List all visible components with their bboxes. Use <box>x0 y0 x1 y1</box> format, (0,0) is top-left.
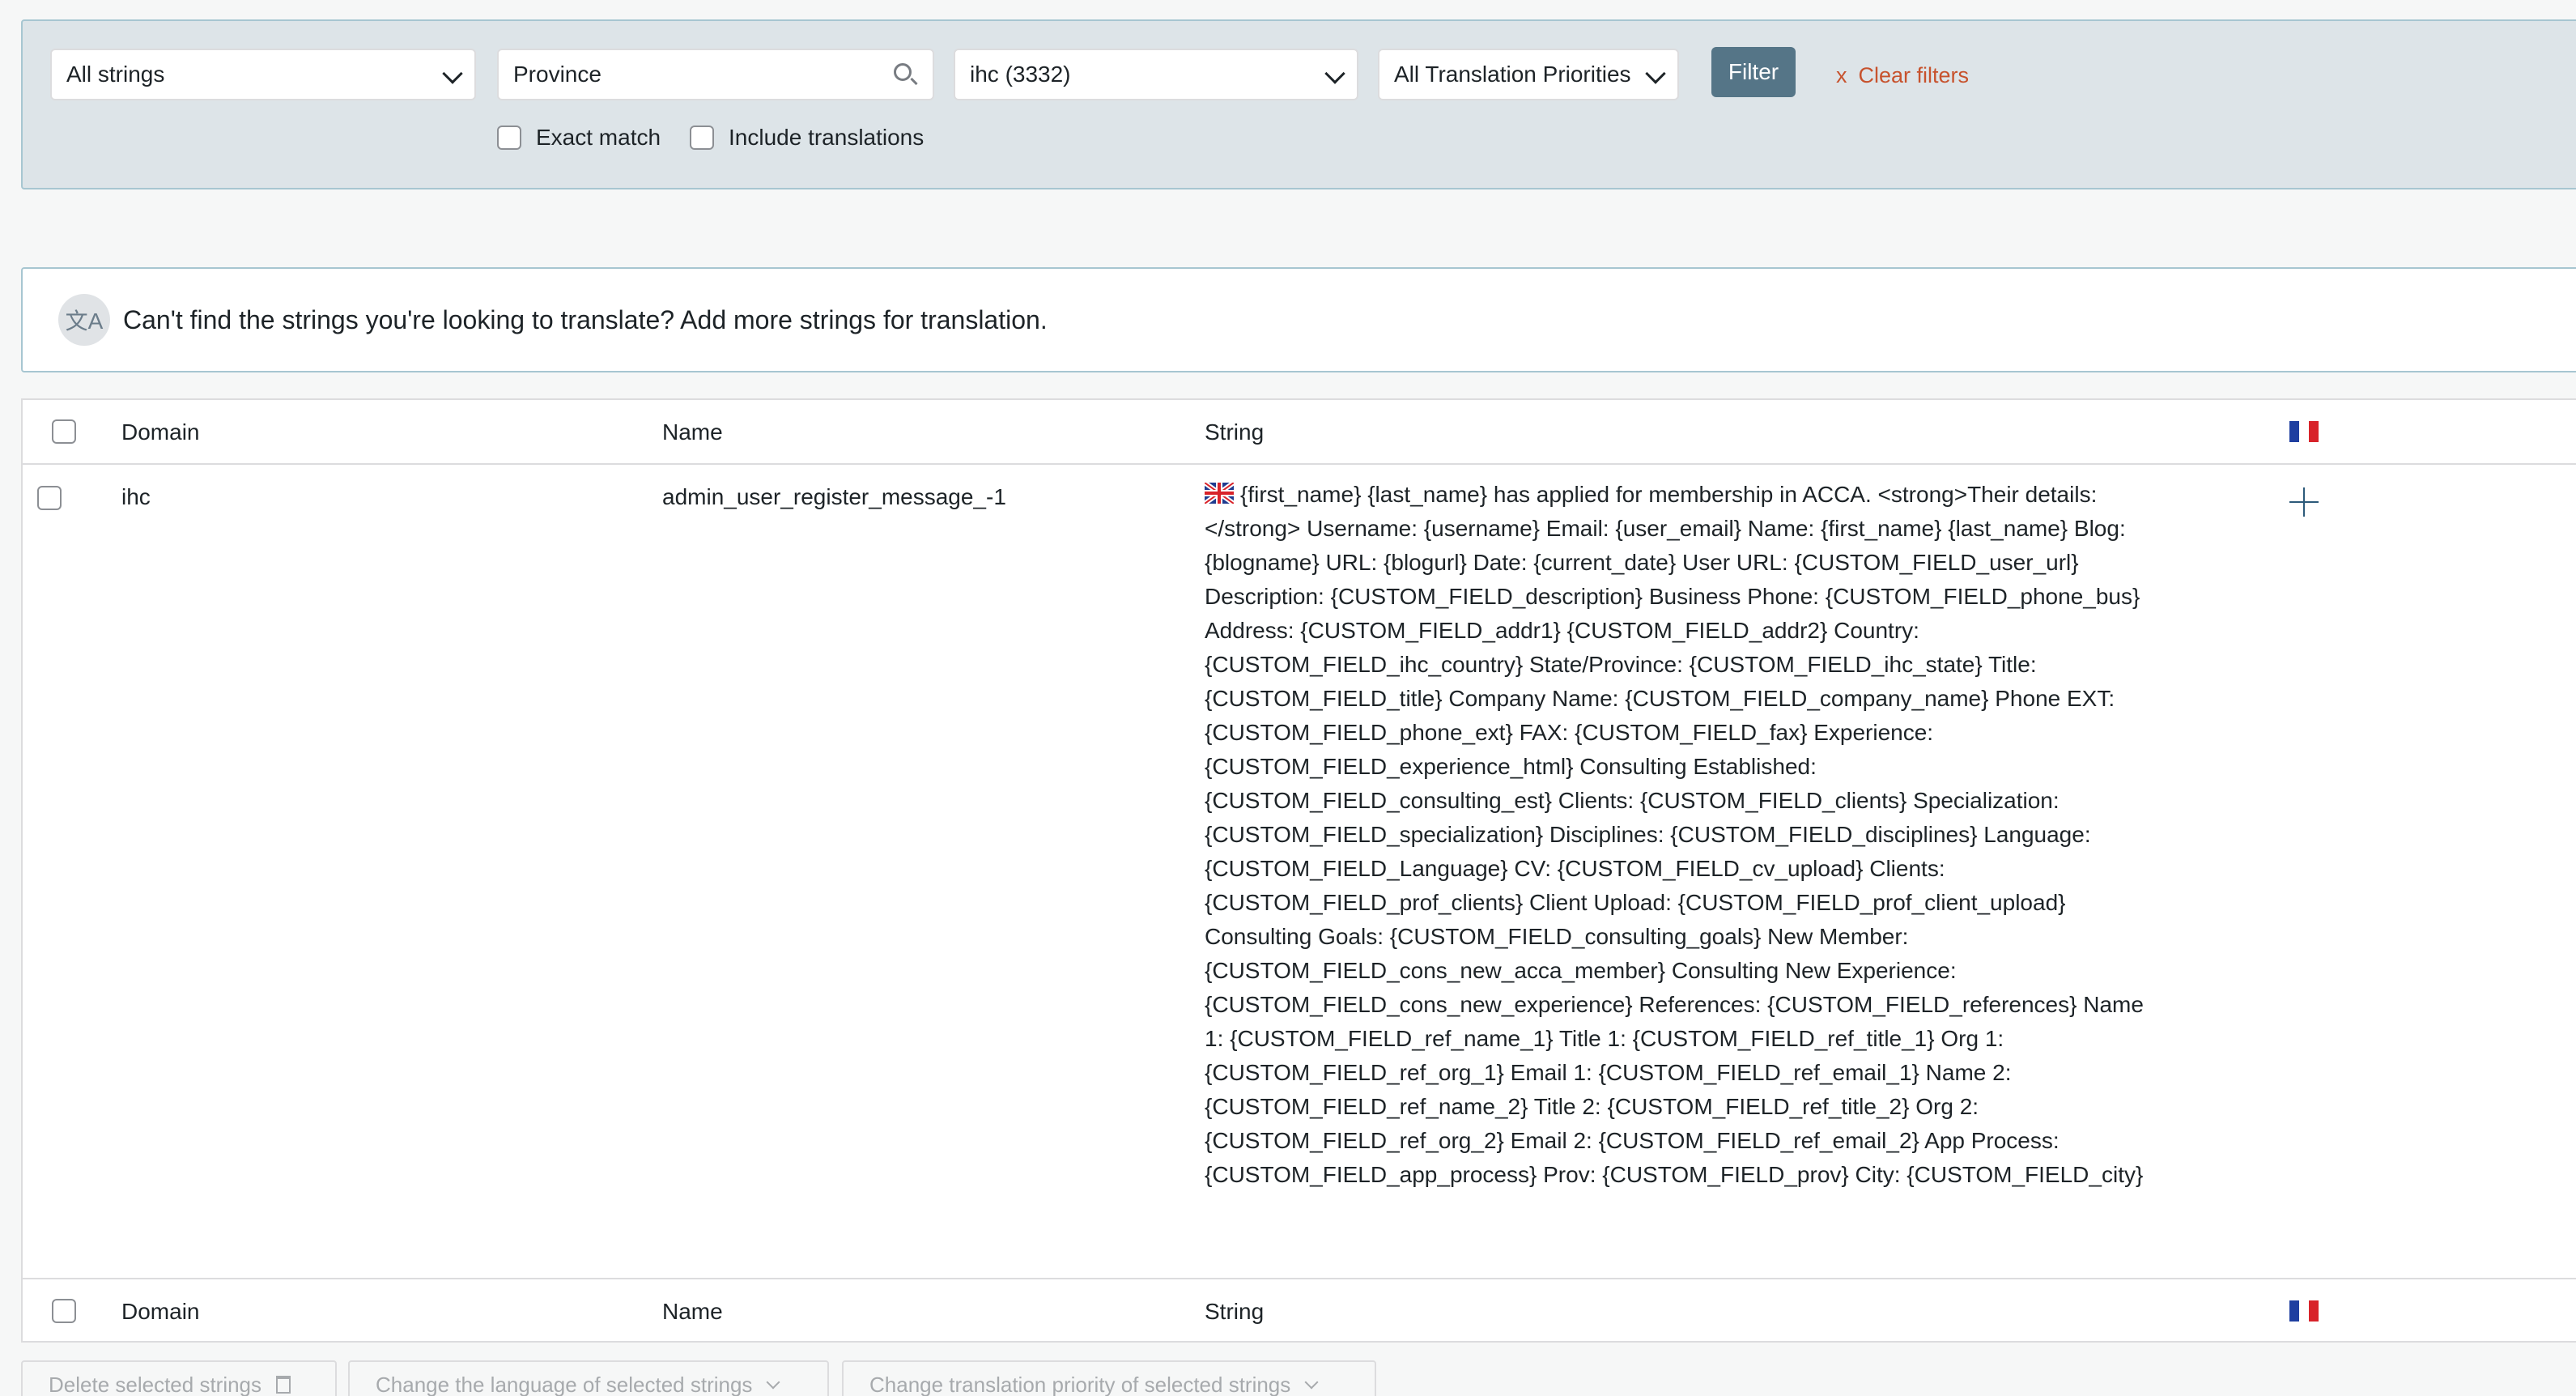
domain-select-value: ihc (3332) <box>970 62 1071 87</box>
translate-icon: 文A <box>58 294 110 346</box>
table-footer: Domain Name String <box>23 1278 2576 1343</box>
delete-selected-label: Delete selected strings <box>49 1372 262 1396</box>
search-input[interactable]: Province <box>497 49 934 100</box>
flag-uk-icon <box>1205 483 1234 504</box>
table-header: Domain Name String <box>23 400 2576 465</box>
chevron-down-icon <box>1324 63 1345 84</box>
domain-select[interactable]: ihc (3332) <box>954 49 1358 100</box>
clear-x-icon: x <box>1836 63 1847 87</box>
row-domain: ihc <box>121 484 151 509</box>
exact-match-option[interactable]: Exact match <box>497 125 661 151</box>
select-all-checkbox-footer[interactable] <box>52 1299 76 1323</box>
chevron-down-icon <box>1645 63 1666 84</box>
change-language-label: Change the language of selected strings <box>376 1372 753 1396</box>
strings-table: Domain Name String ihc admin_user_regist… <box>21 398 2576 1343</box>
clear-filters-link[interactable]: x Clear filters <box>1836 63 1969 88</box>
flag-fr-icon <box>2289 1300 2319 1322</box>
filter-panel: All strings Province ihc (3332) All Tran… <box>21 19 2576 189</box>
column-name[interactable]: Name <box>662 419 723 445</box>
exact-match-checkbox[interactable] <box>497 126 521 150</box>
row-string: {first_name} {last_name} has applied for… <box>1205 478 2160 1192</box>
include-translations-checkbox[interactable] <box>690 126 714 150</box>
column-domain[interactable]: Domain <box>121 419 199 445</box>
change-priority-dropdown[interactable]: Change translation priority of selected … <box>842 1360 1376 1396</box>
filter-button[interactable]: Filter <box>1711 47 1796 97</box>
clear-filters-label: Clear filters <box>1858 63 1970 87</box>
include-translations-option[interactable]: Include translations <box>690 125 924 151</box>
add-strings-notice: 文A Can't find the strings you're looking… <box>21 267 2576 372</box>
chevron-down-icon <box>766 1375 780 1390</box>
column-string-footer[interactable]: String <box>1205 1299 1264 1325</box>
strings-select-value: All strings <box>66 62 165 87</box>
exact-match-label: Exact match <box>536 125 661 150</box>
notice-text[interactable]: Can't find the strings you're looking to… <box>123 305 1048 335</box>
change-language-dropdown[interactable]: Change the language of selected strings <box>348 1360 829 1396</box>
row-checkbox[interactable] <box>37 486 62 510</box>
flag-fr-icon <box>2289 421 2319 442</box>
delete-selected-button[interactable]: Delete selected strings <box>21 1360 337 1396</box>
search-input-value: Province <box>513 62 601 87</box>
column-domain-footer[interactable]: Domain <box>121 1299 199 1325</box>
strings-select[interactable]: All strings <box>50 49 476 100</box>
column-name-footer[interactable]: Name <box>662 1299 723 1325</box>
search-icon <box>894 63 912 81</box>
include-translations-label: Include translations <box>729 125 925 150</box>
table-row: ihc admin_user_register_message_-1 {firs… <box>23 466 2576 1276</box>
column-string[interactable]: String <box>1205 419 1264 445</box>
select-all-checkbox[interactable] <box>52 419 76 444</box>
priority-select-value: All Translation Priorities <box>1394 62 1631 87</box>
priority-select[interactable]: All Translation Priorities <box>1378 49 1679 100</box>
change-priority-label: Change translation priority of selected … <box>869 1372 1291 1396</box>
row-name: admin_user_register_message_-1 <box>662 484 1006 509</box>
row-string-text: {first_name} {last_name} has applied for… <box>1205 482 2144 1187</box>
trash-icon <box>276 1376 291 1394</box>
chevron-down-icon <box>1304 1375 1319 1390</box>
chevron-down-icon <box>442 63 463 84</box>
add-translation-plus-icon[interactable] <box>2289 487 2319 517</box>
